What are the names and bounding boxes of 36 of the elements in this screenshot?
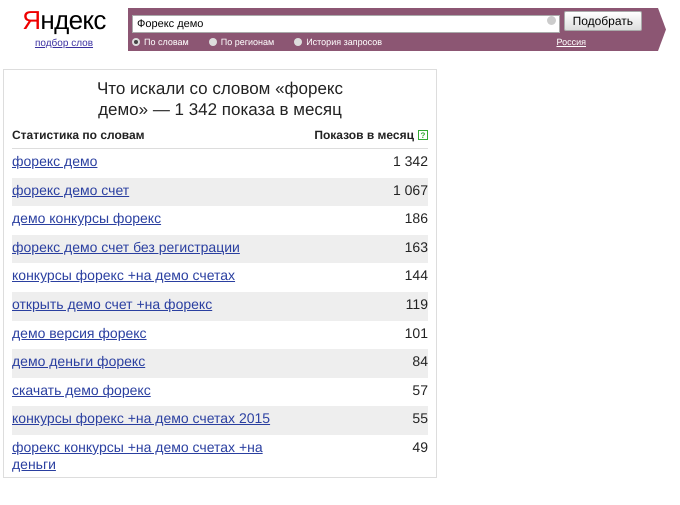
count-cell: 163 xyxy=(404,238,428,256)
count-cell: 186 xyxy=(404,210,428,228)
phrase-link[interactable]: форекс демо счет без регистрации xyxy=(12,238,240,256)
phrase-link[interactable]: демо конкурсы форекс xyxy=(12,210,162,228)
phrase-link[interactable]: форекс конкурсы +на демо счетах +на деньги xyxy=(12,438,272,473)
count-cell: 144 xyxy=(404,267,428,284)
region-link[interactable]: Россия xyxy=(556,36,586,48)
mode-label[interactable]: По регионам xyxy=(220,36,274,48)
radio-button[interactable] xyxy=(132,38,140,46)
count-cell: 55 xyxy=(412,410,428,428)
phrase-link[interactable]: демо версия форекс xyxy=(12,324,147,342)
phrase-link[interactable]: демо деньги форекс xyxy=(12,353,146,370)
phrase-link[interactable]: скачать демо форекс xyxy=(12,382,151,399)
search-field[interactable]: Форекс демо xyxy=(132,15,560,33)
count-cell: 1 342 xyxy=(392,153,428,170)
count-cell: 1 067 xyxy=(392,182,428,199)
yandex-logo: Яндекс xyxy=(22,4,106,36)
phrase-link[interactable]: форекс демо счет xyxy=(12,182,130,199)
count-cell: 49 xyxy=(412,438,428,456)
column-header: Статистика по словам xyxy=(12,127,145,144)
phrase-link[interactable]: форекс демо xyxy=(12,153,98,170)
count-cell: 119 xyxy=(406,296,428,313)
search-button[interactable]: Подобрать xyxy=(564,11,642,31)
phrase-link[interactable]: конкурсы форекс +на демо счетах 2015 xyxy=(12,410,270,428)
radio-button[interactable] xyxy=(294,38,302,46)
stats-heading: Что искали со словом «форекс демо» — 1 342 показа в месяц xyxy=(96,78,344,120)
count-cell: 101 xyxy=(404,324,428,342)
count-cell: 57 xyxy=(412,382,428,399)
mode-label[interactable]: История запросов xyxy=(306,36,382,48)
word-selection-link[interactable]: подбор слов xyxy=(34,36,94,51)
phrase-link[interactable]: конкурсы форекс +на демо счетах xyxy=(12,267,236,284)
radio-button[interactable] xyxy=(208,38,217,46)
column-header: Показов в месяц xyxy=(314,127,414,144)
phrase-link[interactable]: открыть демо счет +на форекс xyxy=(12,296,212,313)
mode-label[interactable]: По словам xyxy=(144,36,189,48)
count-cell: 84 xyxy=(412,353,428,370)
